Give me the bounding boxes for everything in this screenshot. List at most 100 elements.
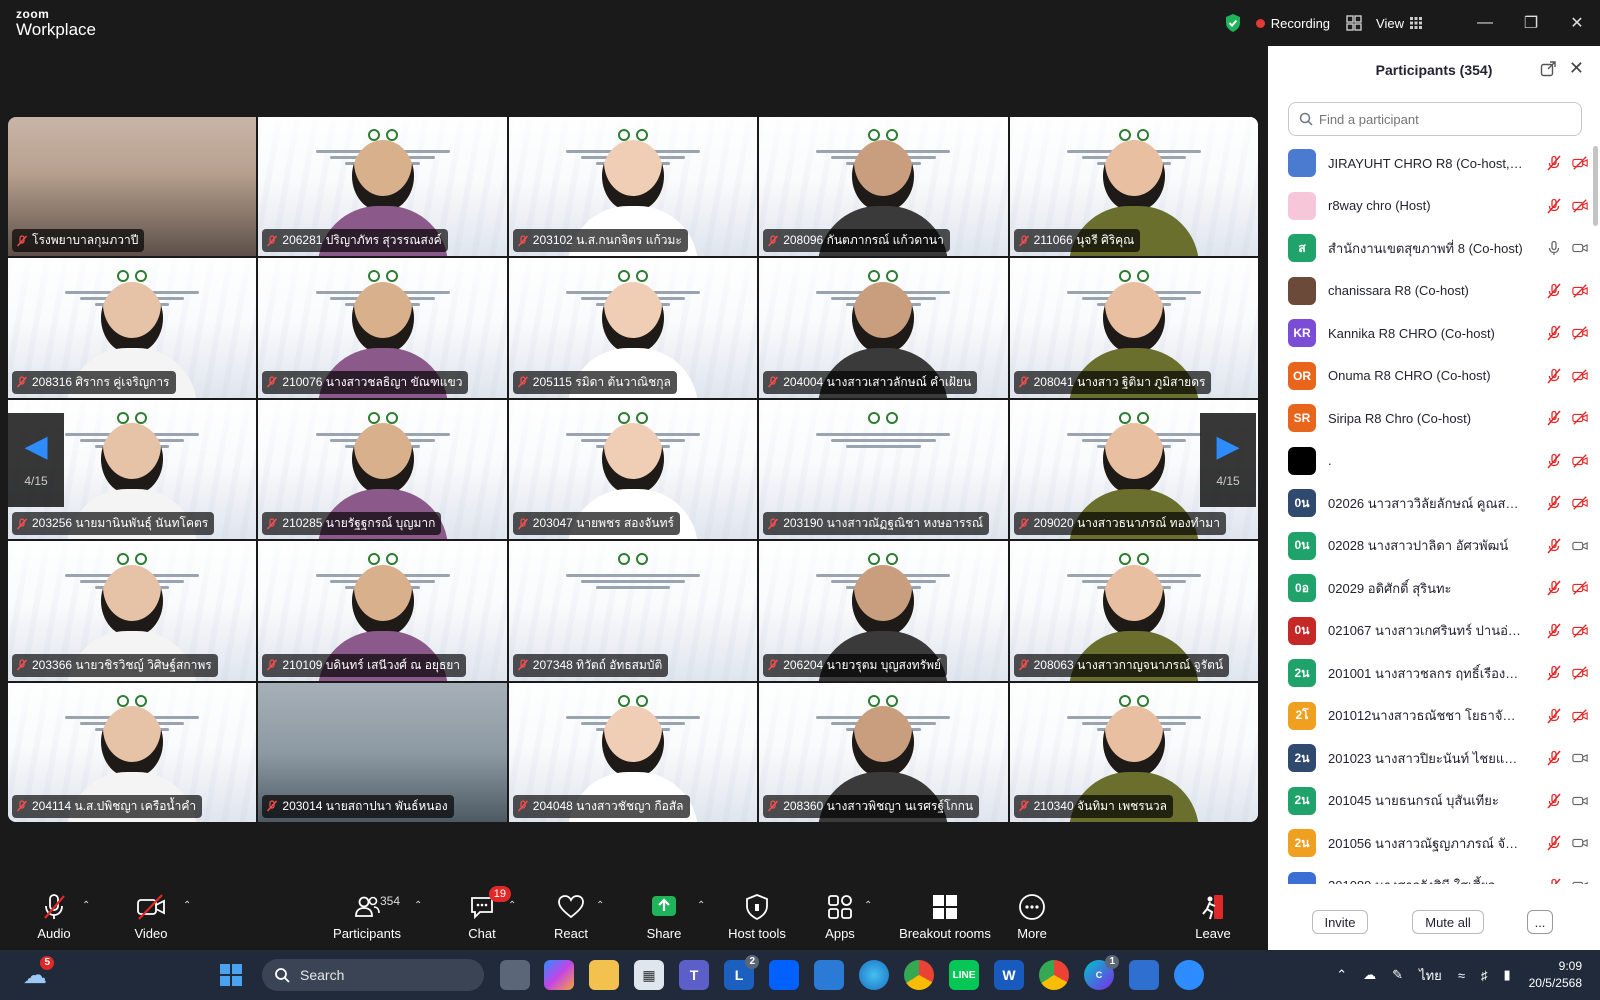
mic-muted-icon[interactable]: [1546, 750, 1562, 766]
leave-button[interactable]: Leave: [1168, 892, 1258, 941]
previous-page-button[interactable]: ◀ 4/15: [8, 413, 64, 507]
react-caret-icon[interactable]: ⌃: [596, 900, 604, 911]
mic-muted-icon[interactable]: [1546, 283, 1562, 299]
video-tile[interactable]: 210076 นางสาวชลธิญา ขัณฑแขว: [258, 258, 507, 398]
restore-icon[interactable]: ❐: [1508, 0, 1554, 46]
weather-icon[interactable]: ☁ 5: [20, 956, 54, 990]
video-on-icon[interactable]: [1572, 240, 1588, 256]
video-off-icon[interactable]: [1572, 410, 1588, 426]
mic-on-icon[interactable]: [1546, 240, 1562, 256]
video-tile[interactable]: 204114 น.ส.ปพิชญา เครือน้ำคำ: [8, 682, 257, 822]
canva-icon[interactable]: C 1: [1084, 955, 1119, 990]
view-grid-icon[interactable]: [1410, 17, 1422, 29]
pen-icon[interactable]: ✎: [1392, 967, 1403, 983]
participant-row[interactable]: JIRAYUHT CHRO R8 (Co-host, me): [1268, 142, 1590, 185]
mic-muted-icon[interactable]: [1546, 538, 1562, 554]
video-tile[interactable]: 203047 นายพชร สองจันทร์: [508, 399, 758, 540]
apps-grid-icon[interactable]: [1346, 15, 1362, 31]
video-tile[interactable]: 203190 นางสาวณัฏฐณิชา หงษอารรณ์: [759, 399, 1008, 540]
pop-out-icon[interactable]: [1540, 61, 1556, 77]
notepad-icon[interactable]: [814, 960, 844, 990]
video-tile[interactable]: 207348 ทิวัตถ์ อัทธสมบัติ: [508, 541, 758, 681]
participant-row[interactable]: 2น 201023 นางสาวปิยะนันท์ ไชยแสงจันทร์: [1268, 737, 1590, 780]
video-on-icon[interactable]: [1572, 538, 1588, 554]
file-explorer-icon[interactable]: [589, 960, 619, 990]
search-input[interactable]: [1319, 111, 1559, 127]
participant-row[interactable]: 2โ 201012นางสาวธณัชชา โยธาจันทร์: [1268, 695, 1590, 738]
share-caret-icon[interactable]: ⌃: [697, 900, 705, 911]
video-off-icon[interactable]: [1572, 623, 1588, 639]
clock[interactable]: 9:09 20/5/2568: [1529, 958, 1582, 992]
audio-caret-icon[interactable]: ⌃: [82, 900, 90, 911]
recording-label[interactable]: Recording: [1271, 16, 1330, 31]
copilot-icon[interactable]: [544, 960, 574, 990]
mic-muted-icon[interactable]: [1546, 198, 1562, 214]
video-off-icon[interactable]: [1572, 155, 1588, 171]
encryption-shield-icon[interactable]: [1224, 13, 1242, 33]
tray-expand-icon[interactable]: ⌃: [1336, 967, 1347, 983]
participant-row[interactable]: 201089 นางสาวรังสินี ใสเสี้ยว: [1268, 865, 1590, 884]
video-off-icon[interactable]: [1572, 453, 1588, 469]
video-tile[interactable]: 204004 นางสาวเสาวลักษณ์ คำเฝ้ยน: [759, 258, 1008, 398]
host-tools-button[interactable]: Host tools: [712, 892, 802, 941]
mic-muted-icon[interactable]: [1546, 623, 1562, 639]
next-page-button[interactable]: ▶ 4/15: [1200, 413, 1256, 507]
network-off-icon[interactable]: ☁: [1363, 967, 1376, 983]
video-tile[interactable]: 204048 นางสาวชัชญา กือสัล: [508, 682, 758, 822]
participant-row[interactable]: 2น 201056 นางสาวณัฐญภาภรณ์ จันทบุ...: [1268, 822, 1590, 865]
participant-search[interactable]: [1288, 102, 1582, 136]
video-on-icon[interactable]: [1572, 835, 1588, 851]
mic-muted-icon[interactable]: [1546, 410, 1562, 426]
more-options-button[interactable]: ...: [1527, 910, 1553, 934]
video-off-icon[interactable]: [1572, 580, 1588, 596]
video-off-icon[interactable]: [1572, 665, 1588, 681]
participant-row[interactable]: 0น 021067 นางสาวเกศรินทร์ ปานอ่อม: [1268, 610, 1590, 653]
close-window-icon[interactable]: ✕: [1554, 0, 1600, 46]
video-tile[interactable]: 210340 จันทิมา เพชรนวล: [1009, 682, 1258, 822]
line-icon[interactable]: LINE: [949, 960, 979, 990]
video-tile[interactable]: 208316 ศิรากร คู่เจริญการ: [8, 258, 257, 398]
chrome-profile-icon[interactable]: [1039, 960, 1069, 990]
mic-muted-icon[interactable]: [1546, 495, 1562, 511]
video-off-icon[interactable]: [1572, 708, 1588, 724]
chat-caret-icon[interactable]: ⌃: [508, 900, 516, 911]
video-tile[interactable]: 210109 บดินทร์ เสนีวงศ์ ณ อยุธยา: [258, 541, 507, 681]
apps-caret-icon[interactable]: ⌃: [864, 900, 872, 911]
view-button[interactable]: View: [1376, 16, 1404, 31]
video-off-icon[interactable]: [1572, 325, 1588, 341]
video-tile[interactable]: 211066 นุจรี ศิริคุณ: [1009, 117, 1258, 257]
store-icon[interactable]: ▦: [634, 960, 664, 990]
mic-muted-icon[interactable]: [1546, 878, 1562, 884]
mute-all-button[interactable]: Mute all: [1412, 910, 1484, 934]
minimize-icon[interactable]: —: [1462, 0, 1508, 46]
mic-muted-icon[interactable]: [1546, 793, 1562, 809]
invite-button[interactable]: Invite: [1312, 910, 1368, 934]
participant-row[interactable]: SR Siripa R8 Chro (Co-host): [1268, 397, 1590, 440]
chrome-icon[interactable]: [904, 960, 934, 990]
mic-muted-icon[interactable]: [1546, 368, 1562, 384]
participant-row[interactable]: chanissara R8 (Co-host): [1268, 270, 1590, 313]
more-button[interactable]: More: [987, 892, 1077, 941]
participant-row[interactable]: 0น 02028 นางสาวปาลิดา อัศวพัฒน์: [1268, 525, 1590, 568]
language-indicator[interactable]: ไทย: [1419, 965, 1442, 986]
video-tile[interactable]: 206204 นายวรุตม บุญสงทรัพย์: [759, 541, 1008, 681]
mic-muted-icon[interactable]: [1546, 453, 1562, 469]
mic-muted-icon[interactable]: [1546, 835, 1562, 851]
participants-caret-icon[interactable]: ⌃: [414, 900, 422, 911]
video-on-icon[interactable]: [1572, 878, 1588, 884]
video-tile[interactable]: 208096 กันตภากรณ์ แก้วดานา: [759, 117, 1008, 257]
mic-muted-icon[interactable]: [1546, 325, 1562, 341]
video-tile[interactable]: 208041 นางสาว ฐิติมา ภูมิสายดร: [1009, 258, 1258, 398]
participant-row[interactable]: r8way chro (Host): [1268, 185, 1590, 228]
volume-muted-icon[interactable]: ♯: [1481, 968, 1488, 983]
video-caret-icon[interactable]: ⌃: [183, 900, 191, 911]
video-off-icon[interactable]: [1572, 368, 1588, 384]
participant-row[interactable]: OR Onuma R8 CHRO (Co-host): [1268, 355, 1590, 398]
panel-scrollbar[interactable]: [1593, 146, 1598, 226]
participant-row[interactable]: 2น 201045 นายธนกรณ์ บุสันเทียะ: [1268, 780, 1590, 823]
task-view-icon[interactable]: [500, 960, 530, 990]
battery-icon[interactable]: ▮: [1503, 967, 1510, 983]
edge-icon[interactable]: [859, 960, 889, 990]
word-icon[interactable]: W: [994, 960, 1024, 990]
video-off-icon[interactable]: [1572, 495, 1588, 511]
